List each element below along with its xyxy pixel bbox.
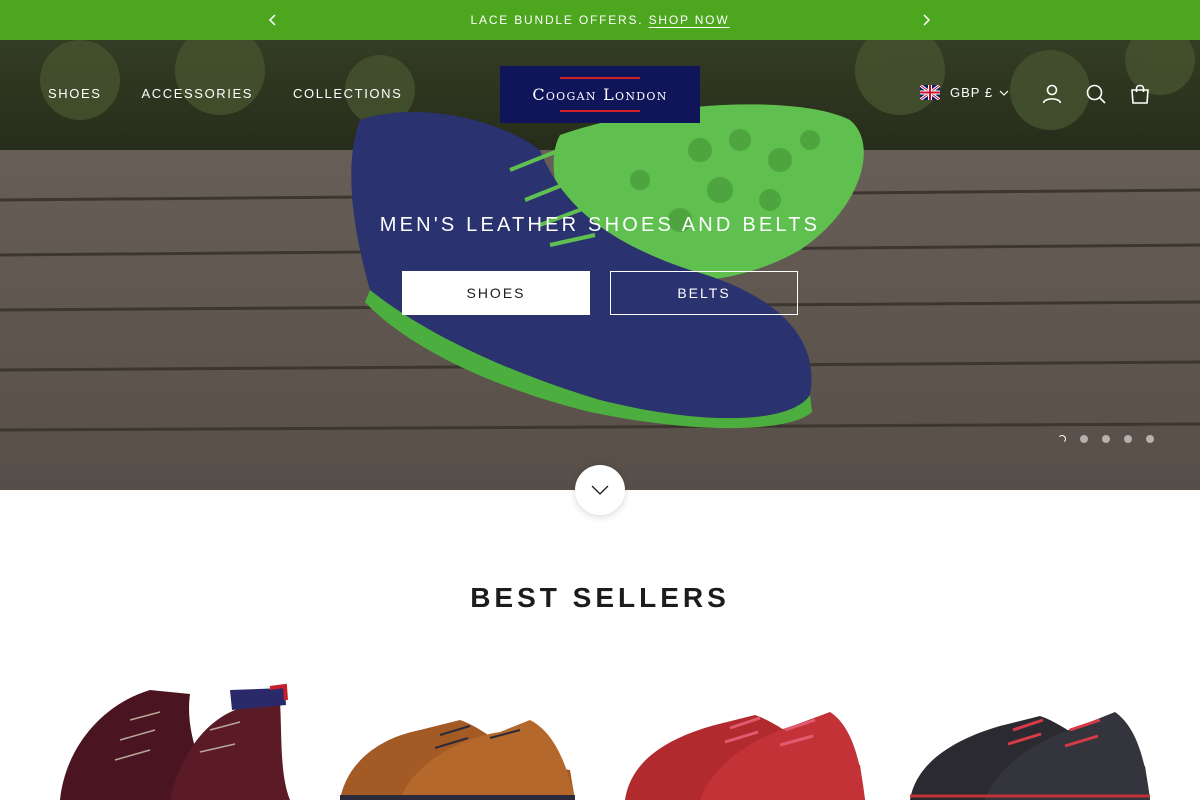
uk-flag-icon	[920, 85, 940, 100]
currency-selector[interactable]: GBP £	[920, 85, 1009, 100]
product-image-burgundy-brogue-boot[interactable]	[40, 660, 290, 800]
best-sellers-title: BEST SELLERS	[470, 582, 730, 613]
nav-collections[interactable]: COLLECTIONS	[293, 86, 402, 101]
logo-accent-line	[560, 77, 640, 79]
logo[interactable]: Coogan London	[500, 66, 700, 123]
slide-dot[interactable]	[1102, 435, 1110, 443]
product-image-tan-brogue[interactable]	[330, 660, 580, 800]
slide-dot[interactable]	[1124, 435, 1132, 443]
chevron-right-icon[interactable]	[916, 10, 936, 30]
belts-button[interactable]: BELTS	[610, 271, 798, 315]
announcement-text: LACE BUNDLE OFFERS.	[470, 13, 644, 27]
product-grid	[0, 660, 1200, 800]
scroll-down-button[interactable]	[575, 465, 625, 515]
hero-title: MEN'S LEATHER SHOES AND BELTS	[379, 214, 821, 236]
announcement-bar: LACE BUNDLE OFFERS. SHOP NOW	[0, 0, 1200, 40]
slide-dot[interactable]	[1146, 435, 1154, 443]
cart-icon[interactable]	[1128, 82, 1152, 106]
currency-label: GBP £	[950, 85, 994, 100]
chevron-down-icon	[591, 485, 609, 495]
shoes-button[interactable]: SHOES	[402, 271, 590, 315]
product-image-black-red-brogue[interactable]	[905, 660, 1155, 800]
nav-shoes[interactable]: SHOES	[48, 86, 102, 101]
logo-accent-line	[560, 110, 640, 112]
slide-dot[interactable]	[1080, 435, 1088, 443]
search-icon[interactable]	[1084, 82, 1108, 106]
account-icon[interactable]	[1040, 82, 1064, 106]
slide-dot[interactable]	[1058, 435, 1066, 443]
nav-accessories[interactable]: ACCESSORIES	[142, 86, 254, 101]
main-nav: SHOES ACCESSORIES COLLECTIONS	[48, 86, 442, 101]
logo-text: Coogan London	[532, 85, 668, 104]
slide-indicators	[1058, 435, 1154, 443]
announcement-message: LACE BUNDLE OFFERS. SHOP NOW	[0, 13, 1200, 27]
shop-now-link[interactable]: SHOP NOW	[649, 13, 730, 27]
chevron-down-icon	[999, 90, 1009, 96]
product-image-red-brogue[interactable]	[620, 660, 870, 800]
